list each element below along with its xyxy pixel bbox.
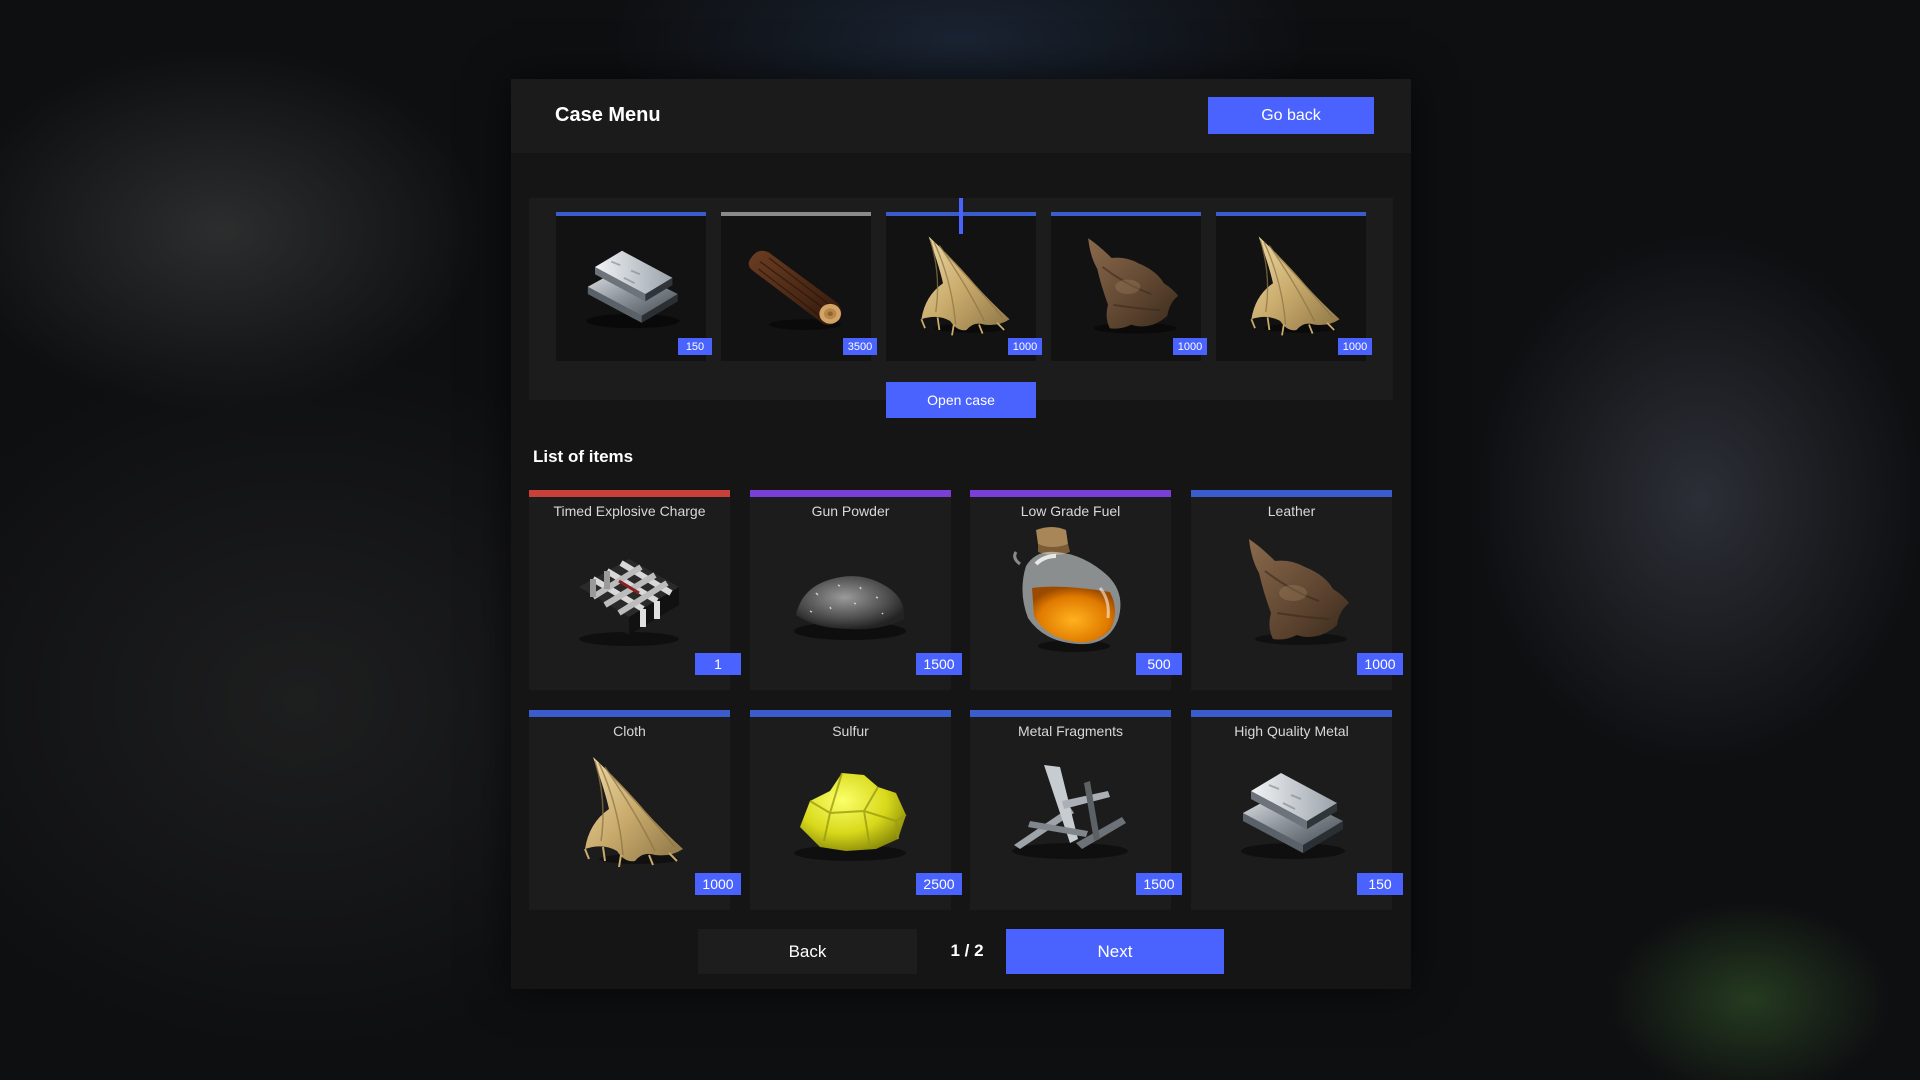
rarity-bar	[1191, 710, 1392, 717]
leather-icon	[1063, 230, 1189, 340]
rarity-bar	[1191, 490, 1392, 497]
rarity-bar	[970, 490, 1171, 497]
item-amount-badge: 1000	[1338, 338, 1372, 355]
item-card: Metal Fragments 1500	[970, 710, 1182, 910]
go-back-button[interactable]: Go back	[1208, 97, 1374, 134]
cloth-icon	[898, 230, 1024, 340]
item-amount-badge: 150	[678, 338, 712, 355]
item-amount-badge: 3500	[843, 338, 877, 355]
item-card: High Quality Metal 150	[1191, 710, 1403, 910]
item-card: Low Grade Fuel 500	[970, 490, 1182, 690]
page-indicator: 1 / 2	[950, 941, 984, 960]
item-name: Metal Fragments	[1017, 723, 1124, 739]
roulette-item: 1000	[886, 212, 1042, 361]
rarity-bar	[750, 490, 951, 497]
roulette-item: 150	[556, 212, 712, 361]
cloth-icon	[559, 746, 699, 876]
metal-ingot-icon	[568, 230, 694, 340]
item-card: Timed Explosive Charge 1	[529, 490, 741, 690]
wood-log-icon	[733, 230, 859, 340]
item-amount-badge: 1000	[1173, 338, 1207, 355]
list-title: List of items	[533, 447, 634, 466]
item-amount-badge: 1500	[1136, 873, 1182, 895]
item-amount-badge: 2500	[916, 873, 962, 895]
rarity-bar	[556, 212, 706, 216]
rarity-bar	[529, 710, 730, 717]
explosive-charge-icon	[559, 526, 699, 656]
item-amount-badge: 1500	[916, 653, 962, 675]
item-card: Cloth 1000	[529, 710, 741, 910]
cloth-icon	[1228, 230, 1354, 340]
open-case-button[interactable]: Open case	[886, 382, 1036, 418]
rarity-bar	[721, 212, 871, 216]
page-next-button[interactable]: Next	[1006, 929, 1224, 974]
roulette-item: 3500	[721, 212, 877, 361]
item-amount-badge: 1000	[695, 873, 741, 895]
page-back-button[interactable]: Back	[698, 929, 917, 974]
rarity-bar	[1216, 212, 1366, 216]
metal-ingot-icon	[1221, 746, 1361, 876]
rarity-bar	[750, 710, 951, 717]
roulette-item: 1000	[1051, 212, 1207, 361]
rarity-bar	[1051, 212, 1201, 216]
item-amount-badge: 1000	[1008, 338, 1042, 355]
gun-powder-icon	[780, 526, 920, 656]
rarity-bar	[529, 490, 730, 497]
case-menu-panel: Case Menu Go back 150 3500 1000 1000 100…	[511, 79, 1411, 989]
item-name: Sulfur	[832, 723, 869, 739]
item-name: Leather	[1267, 503, 1316, 519]
fuel-jar-icon	[1000, 526, 1140, 656]
item-card: Leather 1000	[1191, 490, 1403, 690]
metal-fragments-icon	[1000, 746, 1140, 876]
item-amount-badge: 150	[1357, 873, 1403, 895]
item-name: Gun Powder	[811, 503, 890, 519]
header: Case Menu Go back	[511, 79, 1411, 153]
item-amount-badge: 500	[1136, 653, 1182, 675]
item-name: Timed Explosive Charge	[553, 503, 706, 519]
leather-icon	[1221, 526, 1361, 656]
item-card: Sulfur 2500	[750, 710, 962, 910]
roulette-item: 1000	[1216, 212, 1372, 361]
item-name: Low Grade Fuel	[1020, 503, 1121, 519]
item-card: Gun Powder 1500	[750, 490, 962, 690]
roulette-pointer	[959, 198, 963, 234]
item-name: Cloth	[613, 723, 646, 739]
rarity-bar	[970, 710, 1171, 717]
item-amount-badge: 1	[695, 653, 741, 675]
item-amount-badge: 1000	[1357, 653, 1403, 675]
item-name: High Quality Metal	[1234, 723, 1349, 739]
sulfur-icon	[780, 746, 920, 876]
page-title: Case Menu	[555, 104, 661, 126]
